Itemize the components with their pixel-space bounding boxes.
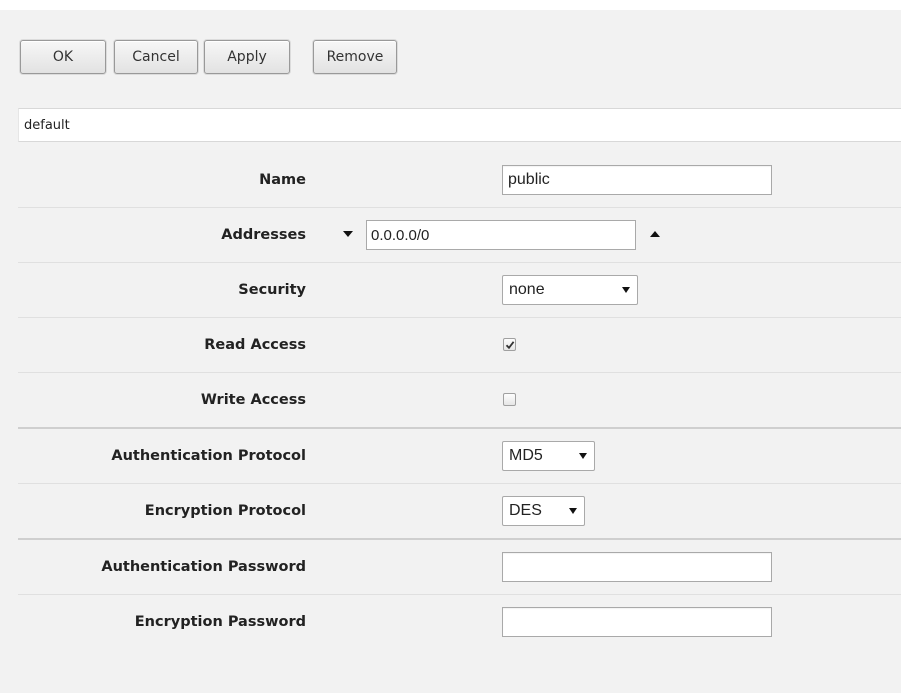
security-label: Security xyxy=(238,282,306,298)
enc-password-input[interactable] xyxy=(502,607,772,637)
enc-password-label: Encryption Password xyxy=(134,614,306,630)
name-row: Name public xyxy=(18,153,901,208)
chevron-down-icon xyxy=(579,453,587,459)
auth-protocol-row: Authentication Protocol MD5 xyxy=(18,429,901,484)
auth-password-label: Authentication Password xyxy=(101,559,306,575)
read-access-row: Read Access xyxy=(18,318,901,373)
auth-protocol-value: MD5 xyxy=(509,447,543,464)
chevron-down-icon xyxy=(569,508,577,514)
snmp-community-form: Name public Addresses 0.0.0.0/0 Security… xyxy=(18,153,901,649)
apply-button[interactable]: Apply xyxy=(204,40,290,74)
security-value: none xyxy=(509,281,545,298)
enc-protocol-label: Encryption Protocol xyxy=(144,503,306,519)
addresses-row: Addresses 0.0.0.0/0 xyxy=(18,208,901,263)
enc-protocol-value: DES xyxy=(509,502,542,519)
page: OK Cancel Apply Remove default Name publ… xyxy=(0,0,901,693)
write-access-checkbox[interactable] xyxy=(503,393,516,406)
cancel-button[interactable]: Cancel xyxy=(114,40,198,74)
enc-protocol-row: Encryption Protocol DES xyxy=(18,484,901,540)
toolbar: OK Cancel Apply Remove xyxy=(0,10,901,107)
read-access-label: Read Access xyxy=(204,337,306,353)
ok-button[interactable]: OK xyxy=(20,40,106,74)
security-select[interactable]: none xyxy=(502,275,638,305)
checkmark-icon xyxy=(505,341,515,350)
chevron-down-icon xyxy=(622,287,630,293)
name-label: Name xyxy=(259,172,306,188)
arrow-down-icon[interactable] xyxy=(341,226,355,240)
item-title: default xyxy=(18,108,901,142)
enc-password-row: Encryption Password xyxy=(18,595,901,649)
auth-password-input[interactable] xyxy=(502,552,772,582)
auth-protocol-select[interactable]: MD5 xyxy=(502,441,595,471)
enc-protocol-select[interactable]: DES xyxy=(502,496,585,526)
arrow-up-icon[interactable] xyxy=(648,226,662,240)
write-access-row: Write Access xyxy=(18,373,901,429)
addresses-label: Addresses xyxy=(221,227,306,243)
read-access-checkbox[interactable] xyxy=(503,338,516,351)
top-strip xyxy=(0,0,901,10)
remove-button[interactable]: Remove xyxy=(313,40,397,74)
auth-password-row: Authentication Password xyxy=(18,540,901,595)
security-row: Security none xyxy=(18,263,901,318)
addresses-input[interactable]: 0.0.0.0/0 xyxy=(366,220,636,250)
auth-protocol-label: Authentication Protocol xyxy=(111,448,306,464)
write-access-label: Write Access xyxy=(200,392,306,408)
name-input[interactable]: public xyxy=(502,165,772,195)
